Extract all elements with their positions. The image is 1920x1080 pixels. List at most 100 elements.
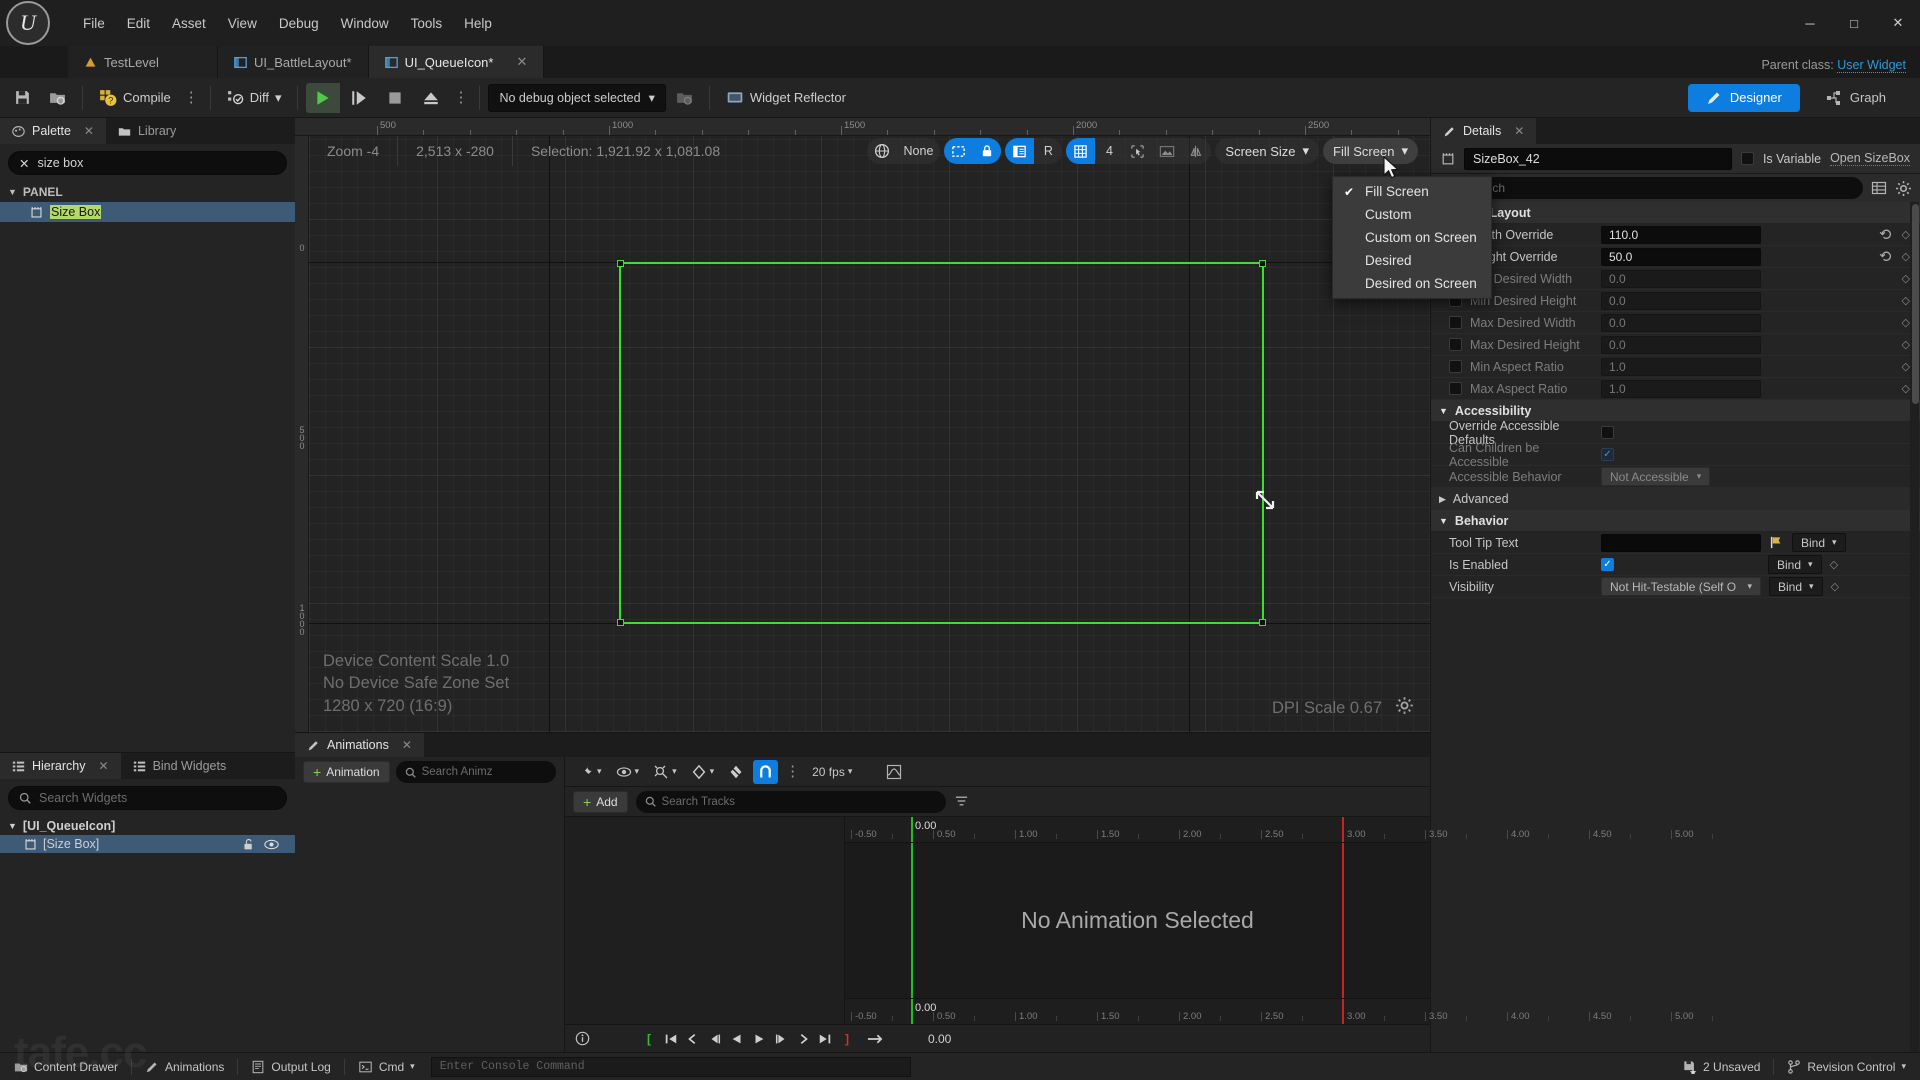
reset-to-default-icon[interactable]	[1879, 227, 1892, 243]
screen-size-selector[interactable]: Screen Size ▾	[1215, 138, 1320, 164]
sequencer-keyframe-tools-button[interactable]: ▾	[648, 760, 682, 784]
timeline-ruler-bottom[interactable]: -0.50 0.50 1.00 1.50 2.00 2.50 3.00 3.50 4.00 4.5…	[845, 998, 1713, 1024]
maximize-button[interactable]: □	[1832, 8, 1876, 38]
tab-library[interactable]: Library	[105, 118, 189, 144]
menu-item-custom-on-screen[interactable]: Custom on Screen	[1333, 226, 1491, 249]
close-icon[interactable]: ✕	[402, 738, 412, 752]
tab-hierarchy[interactable]: Hierarchy ✕	[0, 753, 121, 779]
asset-tab-queueicon[interactable]: UI_QueueIcon* ✕	[368, 46, 545, 78]
sequencer-key-mode-button[interactable]	[723, 760, 749, 784]
property-override-checkbox[interactable]	[1449, 316, 1462, 329]
end-marker[interactable]	[1342, 817, 1344, 842]
sequencer-timeline[interactable]: -0.50 0.50 1.00 1.50 2.00 2.50 3.00 3.50 4.00 4.5…	[845, 817, 1713, 1024]
timeline-canvas[interactable]: No Animation Selected	[845, 843, 1430, 998]
reset-to-default-icon[interactable]	[1879, 249, 1892, 265]
menu-item-fill-screen[interactable]: ✔ Fill Screen	[1333, 180, 1491, 203]
rotation-toggle[interactable]: R	[1034, 138, 1062, 164]
sequencer-options-button[interactable]: ▾	[573, 760, 607, 784]
asset-tab-close-icon[interactable]: ✕	[500, 54, 527, 70]
property-override-checkbox[interactable]	[1449, 382, 1462, 395]
menu-item-desired-on-screen[interactable]: Desired on Screen	[1333, 272, 1491, 295]
keyframe-diamond-icon[interactable]: ◇	[1902, 316, 1910, 329]
keyframe-diamond-icon[interactable]: ◇	[1902, 228, 1910, 241]
property-number-input[interactable]: 0.0	[1601, 291, 1761, 310]
step-forward-icon[interactable]	[770, 1028, 792, 1050]
jump-to-start-icon[interactable]	[660, 1028, 682, 1050]
image-preview-toggle[interactable]	[1152, 138, 1182, 164]
animation-search-input[interactable]: Search Animz	[395, 761, 556, 783]
snap-toggle-button[interactable]	[753, 759, 779, 784]
menu-item-view[interactable]: View	[217, 12, 268, 35]
tab-animations[interactable]: Animations ✕	[295, 733, 424, 757]
resize-handle-bl[interactable]	[617, 619, 624, 626]
selected-widget-outline[interactable]	[617, 260, 1266, 626]
fill-screen-selector[interactable]: Fill Screen ▾	[1323, 138, 1418, 164]
revision-control-button[interactable]: Revision Control ▾	[1777, 1056, 1916, 1078]
keyframe-diamond-icon[interactable]: ◇	[1902, 294, 1910, 307]
minimize-button[interactable]: ─	[1788, 8, 1832, 38]
fps-selector[interactable]: 20 fps ▾	[807, 760, 857, 784]
animations-status-button[interactable]: Animations	[135, 1056, 234, 1078]
section-behavior[interactable]: ▼ Behavior	[1431, 510, 1920, 532]
hierarchy-root-node[interactable]: ▼ [UI_QueueIcon]	[0, 817, 295, 835]
dashed-outline-toggle[interactable]	[944, 138, 974, 164]
play-options-icon[interactable]: ⋮	[450, 90, 471, 105]
is-enabled-checkbox[interactable]: ✓	[1601, 558, 1614, 571]
keyframe-diamond-icon[interactable]: ◇	[1902, 382, 1910, 395]
next-key-icon[interactable]	[792, 1028, 814, 1050]
open-sizebox-link[interactable]: Open SizeBox	[1830, 151, 1910, 166]
section-advanced[interactable]: ▶ Advanced	[1431, 488, 1920, 510]
debug-object-selector[interactable]: No debug object selected ▾	[488, 83, 666, 112]
playhead[interactable]	[911, 843, 913, 998]
property-number-input[interactable]: 0.0	[1601, 335, 1761, 354]
visibility-dropdown[interactable]: Not Hit-Testable (Self O ▾	[1601, 577, 1761, 596]
content-drawer-button[interactable]: Content Drawer	[4, 1056, 128, 1078]
screen-size-dropdown-menu[interactable]: ✔ Fill Screen Custom Custom on Screen Desire…	[1332, 176, 1492, 299]
loop-mode-icon[interactable]	[864, 1028, 886, 1050]
browse-to-asset-button[interactable]	[41, 83, 74, 113]
details-search-input[interactable]: Search	[1439, 177, 1863, 199]
keyframe-diamond-icon[interactable]: ◇	[1902, 272, 1910, 285]
step-button[interactable]	[342, 83, 376, 113]
close-icon[interactable]: ✕	[84, 124, 94, 138]
dpi-settings-gear-icon[interactable]	[1395, 696, 1414, 720]
menu-item-custom[interactable]: Custom	[1333, 203, 1491, 226]
compile-options-icon[interactable]: ⋮	[181, 90, 202, 105]
fill-mode-none-label[interactable]: None	[897, 138, 941, 164]
play-button[interactable]	[306, 82, 341, 113]
property-number-input[interactable]: 50.0	[1601, 247, 1761, 266]
menu-item-window[interactable]: Window	[330, 12, 400, 35]
compile-button[interactable]: ? Compile	[91, 83, 179, 113]
grid-snap-value[interactable]: 4	[1095, 138, 1123, 164]
diff-button[interactable]: Diff ▾	[219, 83, 290, 113]
filter-icon[interactable]	[954, 794, 969, 809]
property-number-input[interactable]: 0.0	[1601, 269, 1761, 288]
keyframe-diamond-icon[interactable]: ◇	[1830, 558, 1838, 571]
accessible-behavior-dropdown[interactable]: Not Accessible ▾	[1601, 467, 1711, 486]
play-forward-icon[interactable]	[748, 1028, 770, 1050]
stop-button[interactable]	[378, 83, 412, 113]
parent-class-link[interactable]: User Widget	[1837, 58, 1906, 73]
menu-item-edit[interactable]: Edit	[116, 12, 161, 35]
close-icon[interactable]: ✕	[99, 759, 109, 773]
menu-item-desired[interactable]: Desired	[1333, 249, 1491, 272]
add-track-button[interactable]: + Add	[573, 790, 628, 813]
property-number-input[interactable]: 1.0	[1601, 357, 1761, 376]
column-layout-icon[interactable]	[1871, 180, 1887, 196]
current-time-value[interactable]: 0.00	[928, 1032, 951, 1046]
section-child-layout[interactable]: ▼ Child Layout	[1431, 202, 1920, 224]
sequencer-view-button[interactable]: ▾	[611, 760, 645, 784]
step-back-icon[interactable]	[704, 1028, 726, 1050]
tool-tip-text-input[interactable]	[1601, 533, 1761, 552]
can-children-accessible-checkbox[interactable]: ✓	[1601, 448, 1614, 461]
visibility-bind-button[interactable]: Bind ▾	[1769, 577, 1823, 596]
eject-button[interactable]	[414, 83, 448, 113]
save-button[interactable]	[6, 83, 39, 113]
tooltip-bind-button[interactable]: Bind ▾	[1792, 533, 1846, 552]
playhead-marker[interactable]	[911, 999, 913, 1024]
playback-start-bracket-icon[interactable]: [	[638, 1028, 660, 1050]
keyframe-diamond-icon[interactable]: ◇	[1902, 338, 1910, 351]
widget-outline-toggle[interactable]	[1005, 138, 1035, 164]
debug-browse-button[interactable]	[668, 83, 701, 113]
curve-editor-button[interactable]	[881, 760, 907, 784]
